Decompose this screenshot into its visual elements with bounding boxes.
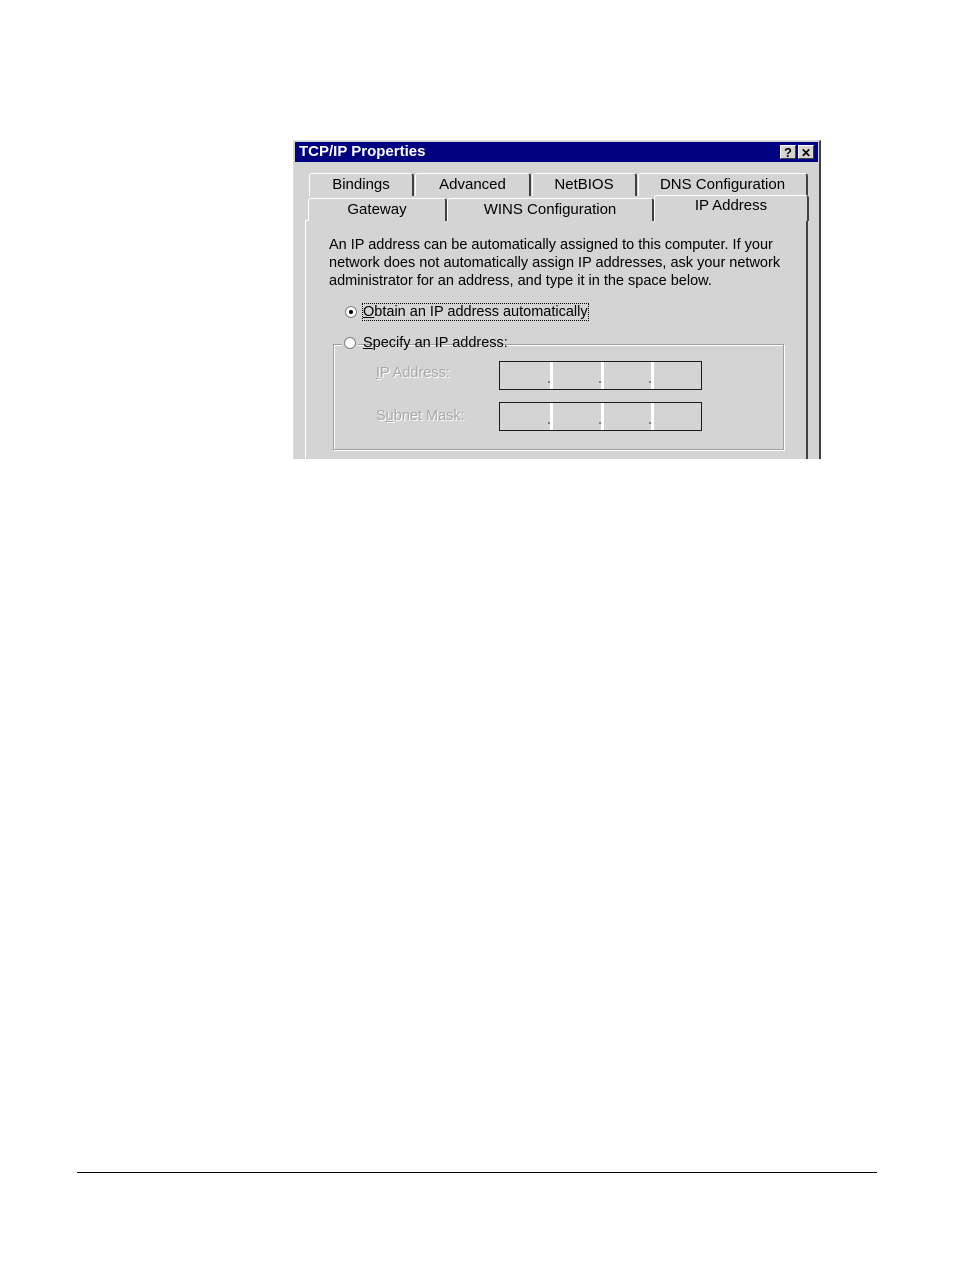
label-text: bnet Mask:	[393, 408, 465, 424]
dot-icon	[599, 381, 601, 383]
close-icon: ✕	[800, 146, 812, 160]
tab-label: DNS Configuration	[659, 176, 786, 193]
mask-octet-4[interactable]	[654, 403, 702, 430]
label-text: P Address:	[380, 365, 450, 381]
footer-divider	[77, 1172, 877, 1173]
mnemonic: u	[385, 408, 394, 424]
tab-netbios[interactable]: NetBIOS	[532, 173, 637, 196]
dot-icon	[649, 422, 651, 424]
ip-octet-2[interactable]	[553, 362, 601, 389]
label-text: pecify an IP address:	[372, 335, 508, 351]
dialog-title: TCP/IP Properties	[299, 143, 426, 160]
dot-icon	[599, 422, 601, 424]
dot-icon	[649, 381, 651, 383]
mask-octet-2[interactable]	[553, 403, 601, 430]
ip-octet-1[interactable]	[500, 362, 548, 389]
tab-label: Gateway	[347, 201, 407, 218]
close-button[interactable]: ✕	[798, 145, 814, 160]
help-button[interactable]: ?	[780, 145, 796, 160]
tab-label: Bindings	[332, 176, 390, 193]
label-text: btain an IP address automatically	[374, 304, 588, 320]
tab-label: NetBIOS	[554, 176, 614, 193]
tab-label: WINS Configuration	[483, 201, 617, 218]
groupbox-legend: Specify an IP address:	[342, 335, 508, 353]
tcpip-properties-dialog: TCP/IP Properties ? ✕ Bindings Advanced …	[293, 140, 821, 459]
subnet-mask-label: Subnet Mask:	[376, 408, 465, 424]
ip-address-label: IP Address:	[376, 365, 450, 381]
tab-wins-configuration[interactable]: WINS Configuration	[447, 198, 654, 221]
tab-advanced[interactable]: Advanced	[415, 173, 531, 196]
mask-octet-3[interactable]	[604, 403, 652, 430]
obtain-ip-automatically-radio[interactable]	[345, 306, 357, 318]
mask-octet-1[interactable]	[500, 403, 548, 430]
tab-gateway[interactable]: Gateway	[308, 198, 447, 221]
title-bar: TCP/IP Properties ? ✕	[295, 142, 818, 162]
dot-icon	[548, 422, 550, 424]
tab-label: Advanced	[439, 176, 506, 193]
label-pre: S	[376, 408, 386, 424]
tab-label: IP Address	[694, 197, 768, 214]
ip-address-input[interactable]	[499, 361, 702, 390]
subnet-mask-input[interactable]	[499, 402, 702, 431]
radio-selected-dot	[349, 310, 353, 314]
tab-dns-configuration[interactable]: DNS Configuration	[638, 173, 808, 196]
dot-icon	[548, 381, 550, 383]
obtain-ip-automatically-label[interactable]: Obtain an IP address automatically	[362, 303, 589, 321]
specify-ip-groupbox	[333, 344, 784, 450]
tab-ip-address[interactable]: IP Address	[654, 195, 809, 221]
description-text: An IP address can be automatically assig…	[329, 237, 781, 289]
ip-octet-4[interactable]	[654, 362, 702, 389]
mnemonic: O	[363, 304, 375, 320]
specify-ip-address-label[interactable]: Specify an IP address:	[363, 335, 514, 351]
ip-octet-3[interactable]	[604, 362, 652, 389]
specify-ip-address-radio[interactable]	[344, 337, 356, 349]
question-mark-icon: ?	[784, 145, 792, 160]
mnemonic: S	[363, 335, 373, 351]
tab-bindings[interactable]: Bindings	[309, 173, 414, 196]
